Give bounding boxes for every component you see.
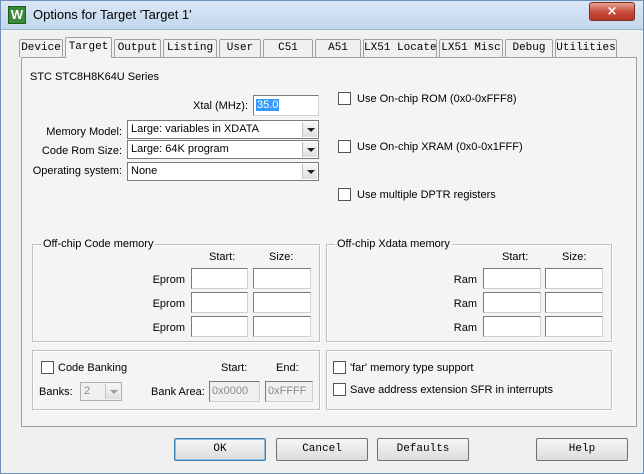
code-rom-size-label: Code Rom Size: bbox=[41, 145, 122, 157]
xtal-label: Xtal (MHz): bbox=[193, 100, 248, 112]
chevron-down-icon[interactable] bbox=[105, 384, 120, 399]
eprom-size-input[interactable] bbox=[253, 292, 311, 313]
operating-system-select[interactable]: None bbox=[127, 162, 319, 181]
memory-model-select[interactable]: Large: variables in XDATA bbox=[127, 120, 319, 139]
far-memory-checkbox[interactable] bbox=[333, 361, 346, 374]
tab-a51[interactable]: A51 bbox=[315, 39, 361, 57]
tab-c51[interactable]: C51 bbox=[263, 39, 313, 57]
tab-user[interactable]: User bbox=[219, 39, 261, 57]
code-rom-size-value: Large: 64K program bbox=[131, 143, 229, 155]
use-onchip-xram-label: Use On-chip XRAM (0x0-0x1FFF) bbox=[357, 141, 523, 153]
code-banking-label: Code Banking bbox=[58, 362, 128, 374]
offchip-xdata-memory-title: Off-chip Xdata memory bbox=[335, 238, 452, 250]
bank-end-header: End: bbox=[276, 362, 299, 374]
ok-button[interactable]: OK bbox=[174, 438, 266, 461]
offchip-code-memory-title: Off-chip Code memory bbox=[41, 238, 156, 250]
operating-system-value: None bbox=[131, 165, 158, 177]
offchip-code-memory-group: Off-chip Code memory Start: Size: Eprom … bbox=[32, 238, 320, 342]
bank-area-end-input[interactable]: 0xFFFF bbox=[265, 381, 313, 402]
close-button[interactable]: × bbox=[589, 2, 635, 21]
eprom-start-input[interactable] bbox=[191, 292, 248, 313]
use-onchip-rom-label: Use On-chip ROM (0x0-0xFFF8) bbox=[357, 93, 517, 105]
cancel-button[interactable]: Cancel bbox=[276, 438, 368, 461]
tab-target[interactable]: Target bbox=[65, 37, 112, 58]
ram-start-input[interactable] bbox=[483, 268, 541, 289]
use-onchip-xram-checkbox[interactable] bbox=[338, 140, 351, 153]
offchip-xdata-memory-group: Off-chip Xdata memory Start: Size: Ram R… bbox=[326, 238, 612, 342]
eprom-size-input[interactable] bbox=[253, 316, 311, 337]
xdata-start-header: Start: bbox=[502, 251, 529, 263]
operating-system-label: Operating system: bbox=[32, 165, 122, 177]
bank-area-label: Bank Area: bbox=[151, 386, 205, 398]
tab-debug[interactable]: Debug bbox=[505, 39, 553, 57]
use-multiple-dptr-checkbox[interactable] bbox=[338, 188, 351, 201]
tab-lx51-misc[interactable]: LX51 Misc bbox=[439, 39, 503, 57]
eprom-label: Eprom bbox=[152, 274, 185, 286]
eprom-size-input[interactable] bbox=[253, 268, 311, 289]
xtal-input[interactable]: 35.0 bbox=[253, 95, 319, 116]
chevron-down-icon[interactable] bbox=[302, 164, 317, 179]
save-sfr-label: Save address extension SFR in interrupts bbox=[350, 384, 553, 396]
memory-options-group: 'far' memory type support Save address e… bbox=[326, 350, 612, 410]
tab-output[interactable]: Output bbox=[114, 39, 161, 57]
code-banking-group: Code Banking Start: End: Banks: 2 Bank A… bbox=[32, 350, 320, 410]
options-dialog: W Options for Target 'Target 1' × Device… bbox=[0, 0, 644, 474]
ram-start-input[interactable] bbox=[483, 316, 541, 337]
code-size-header: Size: bbox=[269, 251, 294, 263]
ram-label: Ram bbox=[453, 322, 477, 334]
save-sfr-checkbox[interactable] bbox=[333, 383, 346, 396]
target-tab-panel: STC STC8H8K64U Series Xtal (MHz): 35.0 M… bbox=[21, 57, 637, 427]
bank-area-start-input[interactable]: 0x0000 bbox=[209, 381, 260, 402]
memory-model-value: Large: variables in XDATA bbox=[131, 123, 259, 135]
chevron-down-icon[interactable] bbox=[302, 122, 317, 137]
eprom-start-input[interactable] bbox=[191, 268, 248, 289]
window-title: Options for Target 'Target 1' bbox=[33, 7, 192, 22]
tab-device[interactable]: Device bbox=[19, 39, 63, 57]
eprom-start-input[interactable] bbox=[191, 316, 248, 337]
code-rom-size-select[interactable]: Large: 64K program bbox=[127, 140, 319, 159]
device-series-label: STC STC8H8K64U Series bbox=[30, 71, 159, 83]
help-button[interactable]: Help bbox=[536, 438, 628, 461]
xtal-value: 35.0 bbox=[256, 99, 280, 111]
xdata-size-header: Size: bbox=[562, 251, 587, 263]
tab-utilities[interactable]: Utilities bbox=[555, 39, 617, 57]
tab-lx51-locate[interactable]: LX51 Locate bbox=[363, 39, 437, 57]
ram-size-input[interactable] bbox=[545, 268, 603, 289]
ram-start-input[interactable] bbox=[483, 292, 541, 313]
ram-label: Ram bbox=[453, 274, 477, 286]
code-banking-checkbox[interactable] bbox=[41, 361, 54, 374]
banks-value: 2 bbox=[84, 385, 91, 397]
keil-app-icon: W bbox=[8, 6, 26, 24]
eprom-label: Eprom bbox=[152, 322, 185, 334]
eprom-label: Eprom bbox=[152, 298, 185, 310]
title-bar[interactable]: W Options for Target 'Target 1' × bbox=[1, 1, 643, 30]
banks-label: Banks: bbox=[39, 386, 73, 398]
memory-model-label: Memory Model: bbox=[46, 126, 122, 138]
ram-size-input[interactable] bbox=[545, 316, 603, 337]
use-onchip-rom-checkbox[interactable] bbox=[338, 92, 351, 105]
defaults-button[interactable]: Defaults bbox=[377, 438, 469, 461]
chevron-down-icon[interactable] bbox=[302, 142, 317, 157]
code-start-header: Start: bbox=[209, 251, 236, 263]
ram-size-input[interactable] bbox=[545, 292, 603, 313]
ram-label: Ram bbox=[453, 298, 477, 310]
use-multiple-dptr-label: Use multiple DPTR registers bbox=[357, 189, 496, 201]
banks-select[interactable]: 2 bbox=[80, 382, 122, 401]
far-memory-label: 'far' memory type support bbox=[350, 362, 474, 374]
bank-start-header: Start: bbox=[221, 362, 248, 374]
tab-strip: Device Target Output Listing User C51 A5… bbox=[17, 37, 637, 58]
tab-listing[interactable]: Listing bbox=[163, 39, 217, 57]
